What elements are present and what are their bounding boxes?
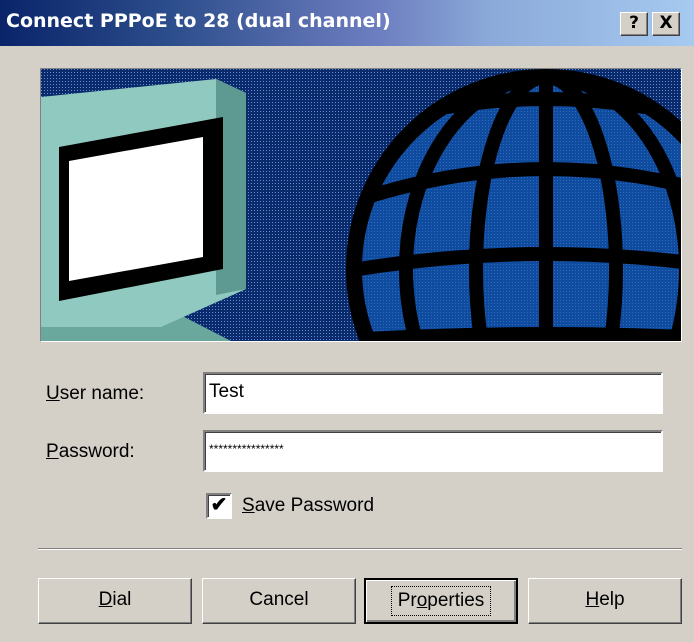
username-label: User name:	[46, 383, 145, 404]
close-button[interactable]: X	[652, 12, 680, 36]
divider	[38, 548, 682, 550]
help-title-button[interactable]: ?	[620, 12, 648, 36]
properties-button[interactable]: Properties	[364, 578, 518, 624]
password-field[interactable]: ****************	[203, 430, 663, 472]
connection-banner	[40, 68, 682, 342]
help-button[interactable]: Help	[528, 578, 682, 624]
title-bar[interactable]: Connect PPPoE to 28 (dual channel) ? X	[0, 0, 694, 46]
window-title: Connect PPPoE to 28 (dual channel)	[6, 10, 391, 32]
dial-button[interactable]: Dial	[38, 578, 192, 624]
username-field[interactable]: Test	[203, 372, 663, 414]
save-password-label[interactable]: Save Password	[242, 495, 374, 517]
save-password-checkbox[interactable]: ✔	[206, 493, 232, 519]
computer-globe-icon	[41, 69, 681, 341]
cancel-button[interactable]: Cancel	[202, 578, 356, 624]
password-label: Password:	[46, 441, 135, 462]
